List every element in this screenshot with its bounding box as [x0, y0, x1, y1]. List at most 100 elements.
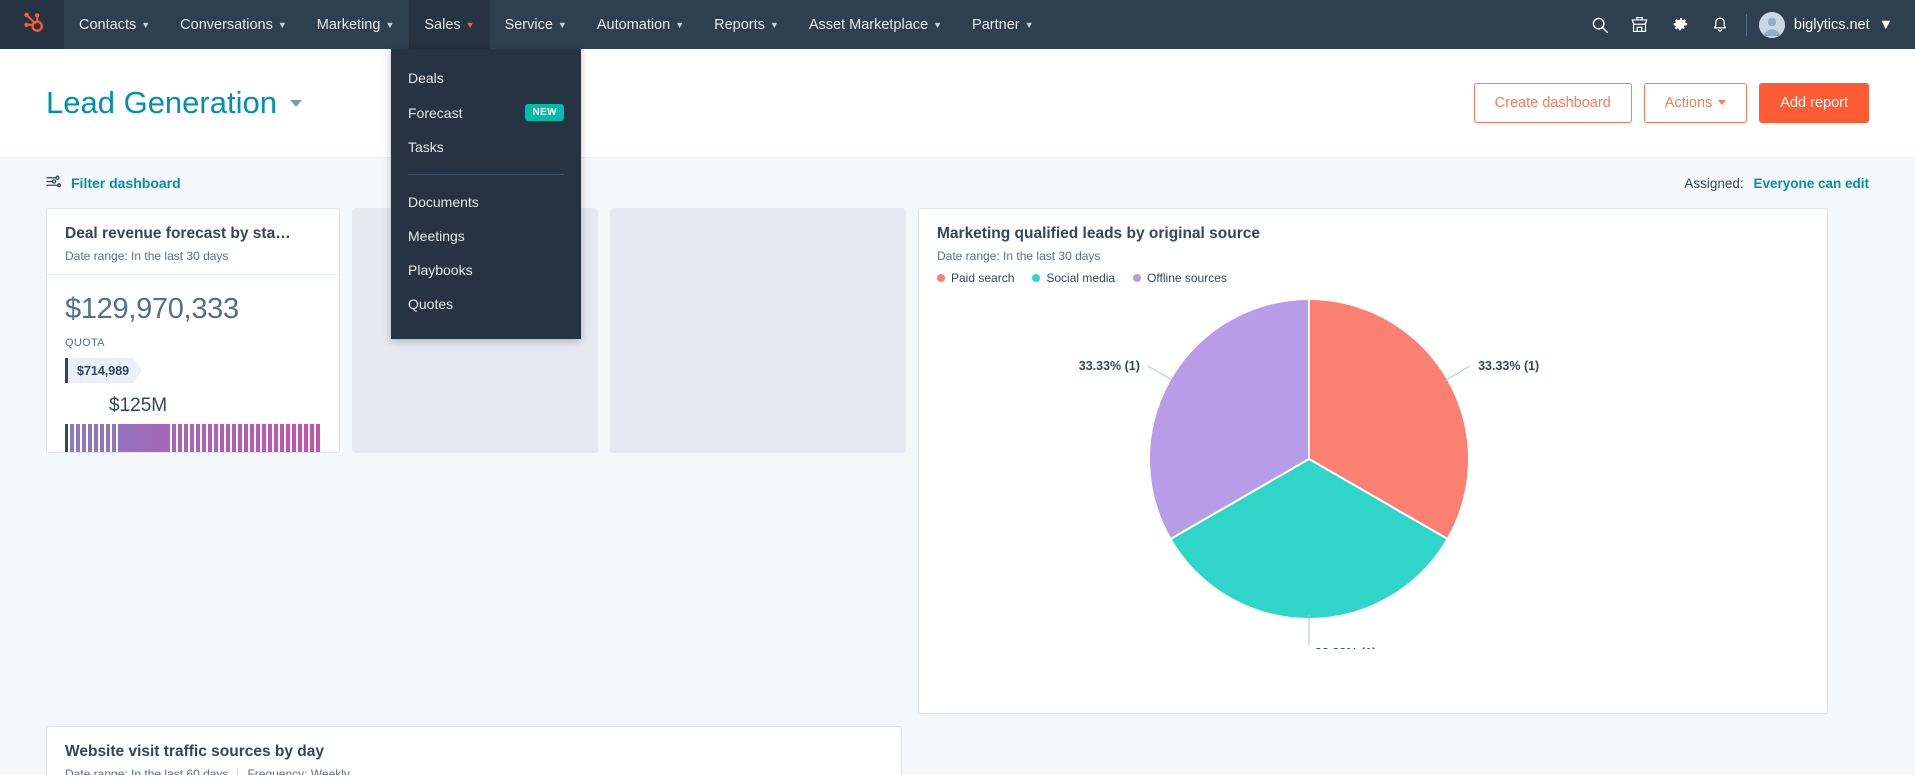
nav-item-service[interactable]: Service ▼ [490, 0, 582, 49]
card-subtitle: Date range: In the last 30 days [65, 249, 321, 263]
menu-item-forecast[interactable]: Forecast NEW [391, 95, 581, 130]
menu-item-label: Deals [408, 70, 444, 86]
pie-label-leader-line [1147, 365, 1175, 382]
create-dashboard-button[interactable]: Create dashboard [1473, 83, 1632, 123]
chevron-down-icon: ▼ [933, 20, 943, 30]
new-badge: NEW [525, 104, 564, 121]
card-subtitle: Date range: In the last 60 days Frequenc… [65, 767, 883, 775]
assigned-permission-link[interactable]: Everyone can edit [1753, 176, 1869, 191]
sales-dropdown-menu: Deals Forecast NEW Tasks Documents Meeti… [391, 49, 581, 339]
assigned-info: Assigned: Everyone can edit [1684, 176, 1869, 191]
account-menu[interactable]: biglytics.net ▼ [1758, 11, 1897, 38]
page-header: Lead Generation Create dashboard Actions… [0, 49, 1915, 158]
nav-label: Marketing [316, 16, 381, 33]
menu-item-quotes[interactable]: Quotes [391, 287, 581, 321]
nav-item-automation[interactable]: Automation ▼ [582, 0, 699, 49]
filter-dashboard-label: Filter dashboard [71, 175, 181, 191]
legend-label: Paid search [951, 271, 1015, 285]
card-title: Deal revenue forecast by sta… [65, 225, 291, 242]
card-frequency: Frequency: Weekly [247, 767, 350, 775]
nav-item-partner[interactable]: Partner ▼ [957, 0, 1048, 49]
header-action-buttons: Create dashboard Actions Add report [1473, 83, 1869, 123]
legend-color-dot [937, 274, 945, 282]
marketplace-icon[interactable] [1620, 0, 1660, 49]
sliders-icon [46, 174, 61, 192]
nav-label: Reports [714, 16, 765, 33]
nav-item-conversations[interactable]: Conversations ▼ [165, 0, 302, 49]
pie-data-label: 33.33% (1) [1478, 359, 1539, 373]
menu-item-label: Meetings [408, 228, 465, 244]
report-card-deal-revenue-forecast[interactable]: Deal revenue forecast by sta… Date range… [46, 208, 340, 453]
quota-gauge: $714,989 $125M [65, 358, 321, 452]
card-date-range: Date range: In the last 60 days [65, 767, 229, 775]
legend-label: Social media [1046, 271, 1116, 285]
actions-label: Actions [1664, 95, 1713, 111]
hubspot-logo-button[interactable] [0, 0, 64, 49]
forecast-amount: $129,970,333 [65, 293, 239, 325]
nav-item-contacts[interactable]: Contacts ▼ [64, 0, 165, 49]
legend-item-offline-sources[interactable]: Offline sources [1133, 271, 1227, 285]
chevron-down-icon [289, 99, 302, 107]
report-card-mql-by-source[interactable]: Marketing qualified leads by original so… [918, 208, 1828, 714]
chevron-down-icon [1718, 100, 1727, 105]
menu-item-label: Quotes [408, 296, 454, 312]
menu-item-deals[interactable]: Deals [391, 61, 581, 95]
pie-data-label: 33.33% (1) [1315, 646, 1376, 649]
chevron-down-icon: ▼ [1024, 20, 1034, 30]
card-divider [47, 274, 339, 275]
card-subtitle: Date range: In the last 30 days [937, 249, 1809, 263]
quota-label: QUOTA [65, 337, 105, 349]
search-icon[interactable] [1580, 0, 1620, 49]
chevron-down-icon: ▼ [141, 20, 151, 30]
filter-bar: Filter dashboard Assigned: Everyone can … [0, 158, 1915, 208]
top-navigation-bar: Contacts ▼ Conversations ▼ Marketing ▼ S… [0, 0, 1915, 49]
menu-item-documents[interactable]: Documents [391, 185, 581, 219]
nav-label: Conversations [180, 16, 273, 33]
menu-item-label: Tasks [408, 139, 444, 155]
chevron-down-icon: ▼ [385, 20, 395, 30]
assigned-label: Assigned: [1684, 175, 1744, 191]
nav-label: Contacts [79, 16, 137, 33]
bell-icon[interactable] [1700, 0, 1740, 49]
main-menu: Contacts ▼ Conversations ▼ Marketing ▼ S… [64, 0, 1049, 49]
nav-item-reports[interactable]: Reports ▼ [699, 0, 794, 49]
menu-item-label: Forecast [408, 104, 463, 121]
report-card-website-traffic[interactable]: Website visit traffic sources by day Dat… [46, 726, 902, 775]
menu-item-label: Documents [408, 194, 479, 210]
right-skeleton-column [914, 726, 1670, 775]
chevron-down-icon: ▼ [465, 20, 475, 30]
chevron-down-icon: ▼ [557, 20, 567, 30]
nav-label: Partner [972, 16, 1020, 33]
dashboard-row-2: Website visit traffic sources by day Dat… [46, 726, 1869, 775]
add-report-button[interactable]: Add report [1759, 83, 1869, 123]
menu-item-tasks[interactable]: Tasks [391, 130, 581, 164]
account-name: biglytics.net [1793, 16, 1870, 33]
legend-color-dot [1133, 274, 1142, 282]
card-date-range: Date range: In the last 30 days [65, 249, 229, 263]
avatar [1758, 11, 1785, 38]
nav-item-marketing[interactable]: Marketing ▼ [302, 0, 410, 49]
report-card-placeholder[interactable] [610, 208, 906, 453]
legend-item-paid-search[interactable]: Paid search [937, 271, 1014, 285]
subtitle-divider [237, 768, 239, 775]
dashboard-title-selector[interactable]: Lead Generation [46, 85, 302, 121]
nav-label: Sales [424, 16, 461, 33]
actions-button[interactable]: Actions [1643, 83, 1748, 123]
nav-label: Service [504, 16, 553, 33]
chevron-down-icon: ▼ [769, 20, 779, 30]
nav-item-asset-marketplace[interactable]: Asset Marketplace ▼ [794, 0, 957, 49]
quota-progress-bar [65, 424, 321, 452]
chevron-down-icon: ▼ [277, 20, 287, 30]
menu-item-meetings[interactable]: Meetings [391, 219, 581, 253]
legend-item-social-media[interactable]: Social media [1032, 271, 1115, 285]
filter-dashboard-button[interactable]: Filter dashboard [46, 174, 181, 192]
dashboard-row-1: Deal revenue forecast by sta… Date range… [46, 208, 1869, 714]
menu-item-playbooks[interactable]: Playbooks [391, 253, 581, 287]
nav-label: Asset Marketplace [808, 16, 929, 33]
gear-icon[interactable] [1660, 0, 1700, 49]
nav-item-sales[interactable]: Sales ▼ [409, 0, 490, 49]
hubspot-sprocket-logo [20, 10, 45, 40]
pie-chart-svg: 33.33% (1) 33.33% (1) 33.33% (1) [1079, 297, 1539, 660]
pie-chart: 33.33% (1) 33.33% (1) 33.33% (1) [937, 289, 1809, 660]
nav-utility-area: biglytics.net ▼ [1580, 0, 1915, 49]
